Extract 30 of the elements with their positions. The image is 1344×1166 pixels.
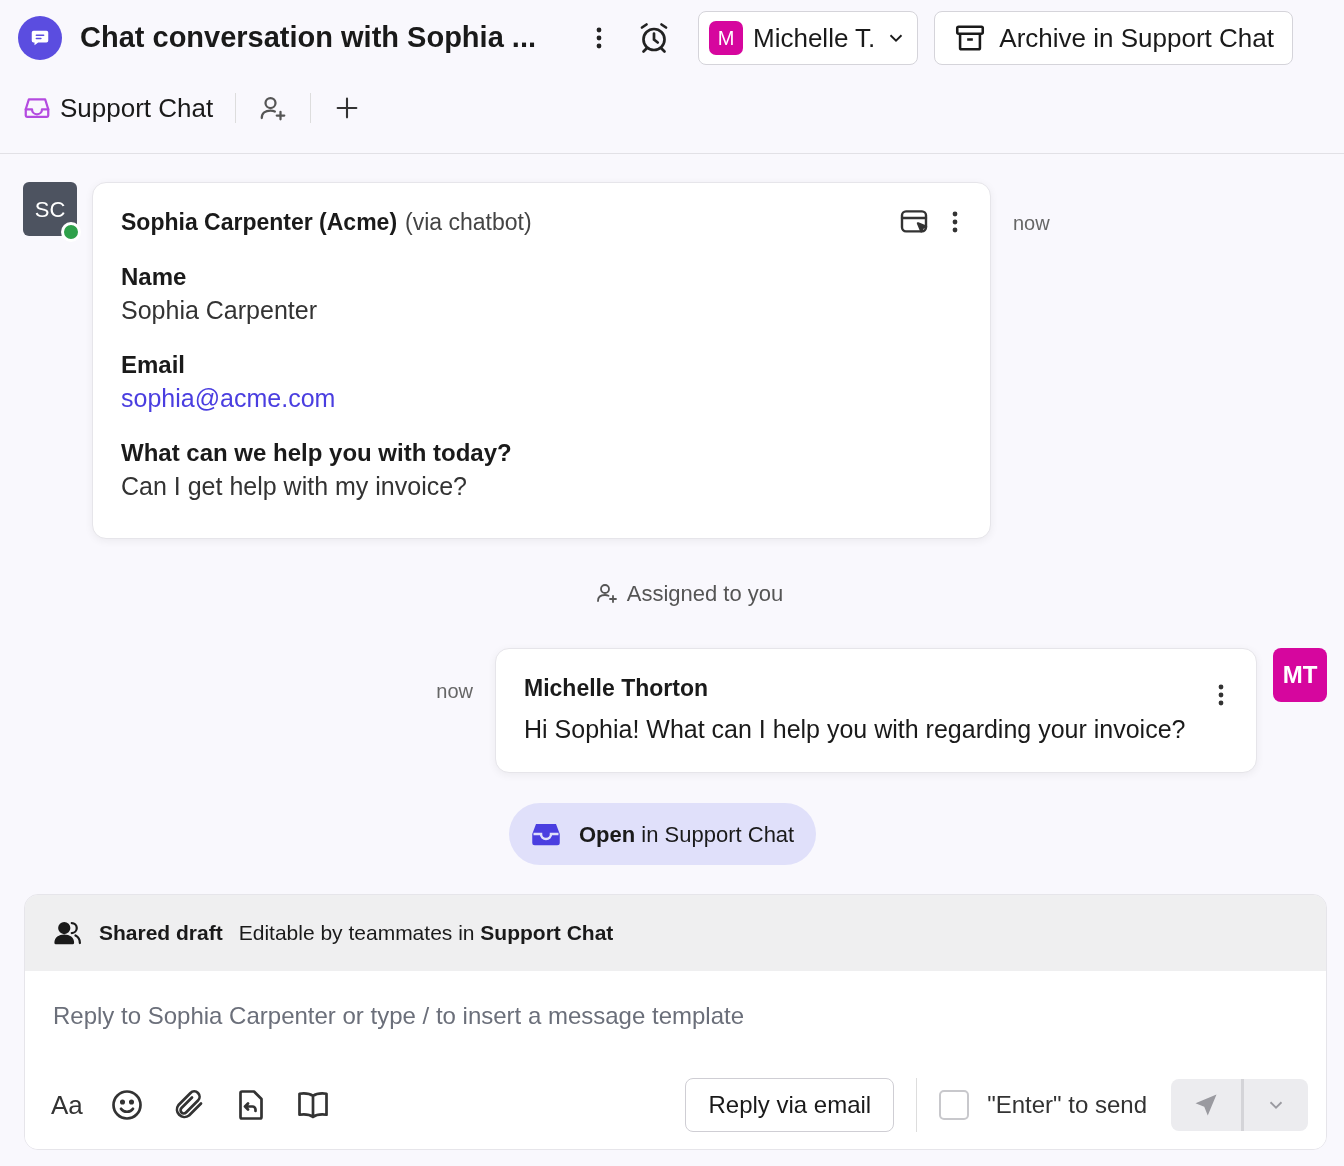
sender-name: Michelle Thorton	[524, 674, 708, 704]
assignee-avatar: M	[709, 21, 743, 55]
assignee-dropdown[interactable]: M Michelle T.	[698, 11, 919, 65]
assigned-person-icon	[594, 581, 619, 605]
field-value: Sophia Carpenter	[121, 294, 318, 326]
message-text: Hi Sophia! What can I help you with regarding your invoice?	[524, 713, 1187, 745]
agent-avatar: MT	[1273, 647, 1327, 702]
field-value: Can I get help with my invoice?	[121, 470, 468, 502]
inbox-tray-icon	[531, 821, 561, 847]
via-label: (via chatbot)	[405, 208, 532, 237]
archive-button[interactable]: Archive in Support Chat	[934, 11, 1293, 65]
message-time: now	[436, 678, 473, 704]
field-label: Email	[121, 349, 187, 380]
tab[interactable]: Support Chat	[22, 88, 214, 128]
field-label: What can we help you with today?	[121, 437, 513, 468]
draft-note: Editable by teammates in Support Chat	[238, 920, 614, 947]
draft-title: Shared draft	[99, 920, 223, 947]
window-title: Chat conversation with Sophia ...	[80, 20, 537, 56]
sender-name: Sophia Carpenter (Acme)	[121, 208, 398, 237]
open-in-support-chat-button[interactable]: Open in Support Chat	[509, 803, 817, 865]
enter-to-send-label: "Enter" to send	[987, 1090, 1147, 1120]
enter-to-send-checkbox[interactable]	[939, 1090, 970, 1120]
message-time: now	[1013, 211, 1050, 236]
email-link[interactable]: sophia@acme.com	[121, 379, 336, 416]
chat-logo-icon	[18, 16, 62, 60]
assignment-event: Assigned to you	[626, 579, 784, 608]
field-label: Name	[121, 261, 188, 292]
reply-via-email-button[interactable]: Reply via email	[685, 1078, 895, 1132]
reply-input[interactable]: Reply to Sophia Carpenter or type / to insert a message template	[25, 971, 1326, 1061]
text-format-button[interactable]: Aa	[51, 1085, 83, 1125]
